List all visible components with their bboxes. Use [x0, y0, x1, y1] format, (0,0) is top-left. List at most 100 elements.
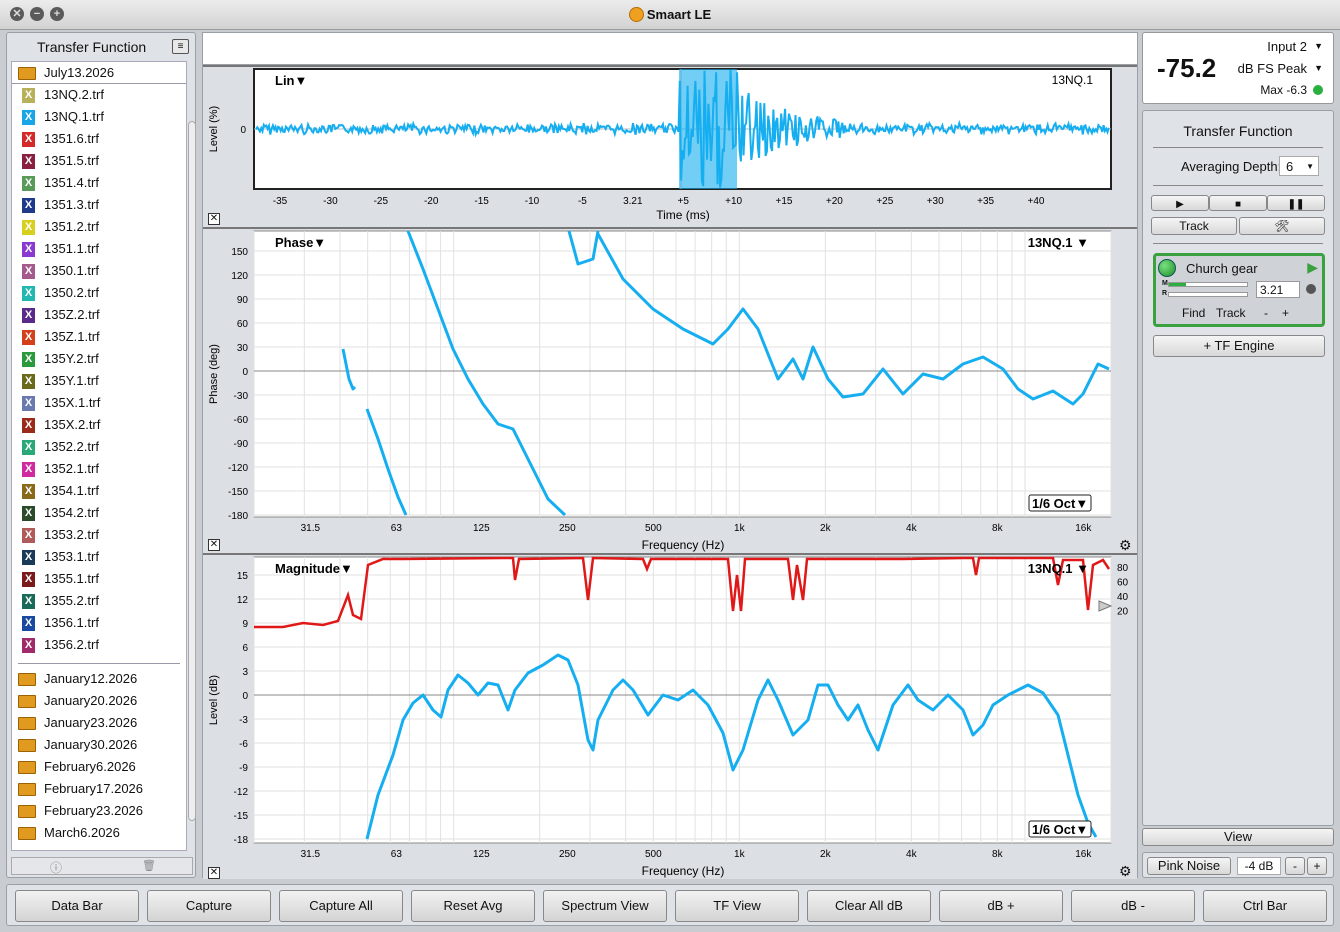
engine-active-led[interactable] [1158, 259, 1176, 277]
file-icon: X [22, 440, 35, 455]
file-item[interactable]: X 135Z.1.trf [12, 326, 186, 348]
gear-icon[interactable]: ⚙ [1119, 864, 1133, 878]
cmd-button-capture[interactable]: Capture [147, 890, 271, 922]
delay-plus-button[interactable]: + [1282, 306, 1289, 320]
cmd-button-data-bar[interactable]: Data Bar [15, 890, 139, 922]
folder-icon [18, 739, 36, 752]
menu-icon[interactable]: ≡ [172, 39, 189, 54]
track-delay-button[interactable]: Track [1216, 306, 1246, 320]
file-item[interactable]: X 135Z.2.trf [12, 304, 186, 326]
chevron-down-icon: ▼ [1314, 63, 1323, 73]
file-item[interactable]: X 1352.1.trf [12, 458, 186, 480]
meter-unit-select[interactable]: dB FS Peak [1238, 61, 1307, 76]
cmd-button-spectrum-view[interactable]: Spectrum View [543, 890, 667, 922]
file-item[interactable]: X 1354.1.trf [12, 480, 186, 502]
file-icon: X [22, 132, 35, 147]
file-item[interactable]: X 1356.2.trf [12, 634, 186, 656]
view-button[interactable]: View [1142, 828, 1334, 846]
file-item[interactable]: X 1351.3.trf [12, 194, 186, 216]
folder-item[interactable]: January30.2026 [12, 734, 186, 756]
file-item[interactable]: X 1350.2.trf [12, 282, 186, 304]
folder-item[interactable]: February6.2026 [12, 756, 186, 778]
record-icon[interactable] [1306, 284, 1316, 294]
file-item[interactable]: X 1355.1.trf [12, 568, 186, 590]
file-item[interactable]: X 1356.1.trf [12, 612, 186, 634]
phase-mode-dropdown[interactable]: Phase▼ [275, 235, 326, 250]
input-select[interactable]: Input 2 [1267, 39, 1307, 54]
file-item[interactable]: X 1353.1.trf [12, 546, 186, 568]
engine-card[interactable]: Church gear ▶ M R 3.21 Find Track - + [1153, 253, 1325, 327]
close-graph-icon[interactable]: ✕ [208, 213, 220, 225]
file-item[interactable]: X 13NQ.1.trf [12, 106, 186, 128]
meter-max: Max -6.3 [1260, 83, 1307, 97]
y-tick: 3 [242, 667, 248, 678]
file-item[interactable]: X 1351.2.trf [12, 216, 186, 238]
cmd-button-reset-avg[interactable]: Reset Avg [411, 890, 535, 922]
pause-icon: ❚❚ [1287, 199, 1305, 210]
add-tf-engine-button[interactable]: + TF Engine [1153, 335, 1325, 357]
folder-item[interactable]: February17.2026 [12, 778, 186, 800]
averaging-label: Averaging Depth: [1181, 159, 1282, 174]
cmd-button-capture-all[interactable]: Capture All [279, 890, 403, 922]
folder-item[interactable]: February23.2026 [12, 800, 186, 822]
cmd-button-clear-all-db[interactable]: Clear All dB [807, 890, 931, 922]
control-panel: Input 2 ▼ -75.2 dB FS Peak ▼ Max -6.3 Tr… [1142, 32, 1334, 878]
gear-icon[interactable]: ⚙ [1119, 538, 1133, 552]
cmd-button-tf-view[interactable]: TF View [675, 890, 799, 922]
generator-level-field[interactable]: -4 dB [1237, 857, 1281, 875]
file-list[interactable]: July13.2026 X 13NQ.2.trf X 13NQ.1.trf X 1351.… [11, 61, 187, 851]
phase-trace-dropdown[interactable]: 13NQ.1 ▼ [1028, 235, 1089, 250]
tools-button[interactable]: 🛠 [1239, 217, 1325, 235]
engine-name[interactable]: Church gear [1186, 261, 1258, 276]
folder-item[interactable]: January12.2026 [12, 668, 186, 690]
impulse-y-zero: 0 [240, 125, 246, 136]
play-icon[interactable]: ▶ [1307, 259, 1318, 276]
command-bar: Data Bar Capture Capture All Reset Avg Spect… [6, 884, 1334, 926]
close-graph-icon[interactable]: ✕ [208, 539, 220, 551]
impulse-mode-dropdown[interactable]: Lin▼ [275, 73, 307, 88]
file-list-scrollbar[interactable] [188, 61, 196, 851]
folder-icon [18, 673, 36, 686]
averaging-select[interactable]: 6 ▼ [1279, 156, 1319, 176]
phase-smoothing-dropdown[interactable]: 1/6 Oct▼ [1032, 496, 1088, 511]
folder-item[interactable]: March6.2026 [12, 822, 186, 844]
delay-minus-button[interactable]: - [1264, 306, 1268, 320]
file-item[interactable]: X 135X.2.trf [12, 414, 186, 436]
cmd-button-db-[interactable]: dB + [939, 890, 1063, 922]
generator-plus-button[interactable]: + [1307, 857, 1327, 875]
file-item[interactable]: X 1351.4.trf [12, 172, 186, 194]
file-item[interactable]: X 1351.5.trf [12, 150, 186, 172]
trash-icon[interactable]: 🗑 [142, 859, 156, 872]
find-button[interactable]: Find [1182, 306, 1205, 320]
track-button[interactable]: Track [1151, 217, 1237, 235]
file-item[interactable]: X 1354.2.trf [12, 502, 186, 524]
folder-item[interactable]: January20.2026 [12, 690, 186, 712]
close-graph-icon[interactable]: ✕ [208, 867, 220, 879]
file-item[interactable]: X 1352.2.trf [12, 436, 186, 458]
info-icon[interactable]: ⓘ [50, 859, 62, 876]
delay-field[interactable]: 3.21 [1256, 281, 1300, 298]
magnitude-mode-dropdown[interactable]: Magnitude▼ [275, 561, 353, 576]
stop-button[interactable]: ■ [1209, 195, 1267, 211]
pause-button[interactable]: ❚❚ [1267, 195, 1325, 211]
open-folder[interactable]: July13.2026 [12, 62, 186, 84]
file-item[interactable]: X 13NQ.2.trf [12, 84, 186, 106]
file-item[interactable]: X 135X.1.trf [12, 392, 186, 414]
file-item[interactable]: X 1351.6.trf [12, 128, 186, 150]
file-item[interactable]: X 1355.2.trf [12, 590, 186, 612]
cmd-button-ctrl-bar[interactable]: Ctrl Bar [1203, 890, 1327, 922]
magnitude-smoothing-dropdown[interactable]: 1/6 Oct▼ [1032, 822, 1088, 837]
file-item[interactable]: X 135Y.1.trf [12, 370, 186, 392]
generator-minus-button[interactable]: - [1285, 857, 1305, 875]
folder-item[interactable]: January23.2026 [12, 712, 186, 734]
play-button[interactable]: ▶ [1151, 195, 1209, 211]
file-item[interactable]: X 1350.1.trf [12, 260, 186, 282]
impulse-x-tick: -35 [273, 196, 288, 207]
x-tick: 125 [473, 523, 490, 534]
file-item[interactable]: X 1351.1.trf [12, 238, 186, 260]
cmd-button-db-[interactable]: dB - [1071, 890, 1195, 922]
magnitude-trace-dropdown[interactable]: 13NQ.1 ▼ [1028, 561, 1089, 576]
file-item[interactable]: X 1353.2.trf [12, 524, 186, 546]
file-item[interactable]: X 135Y.2.trf [12, 348, 186, 370]
pink-noise-button[interactable]: Pink Noise [1147, 857, 1231, 875]
